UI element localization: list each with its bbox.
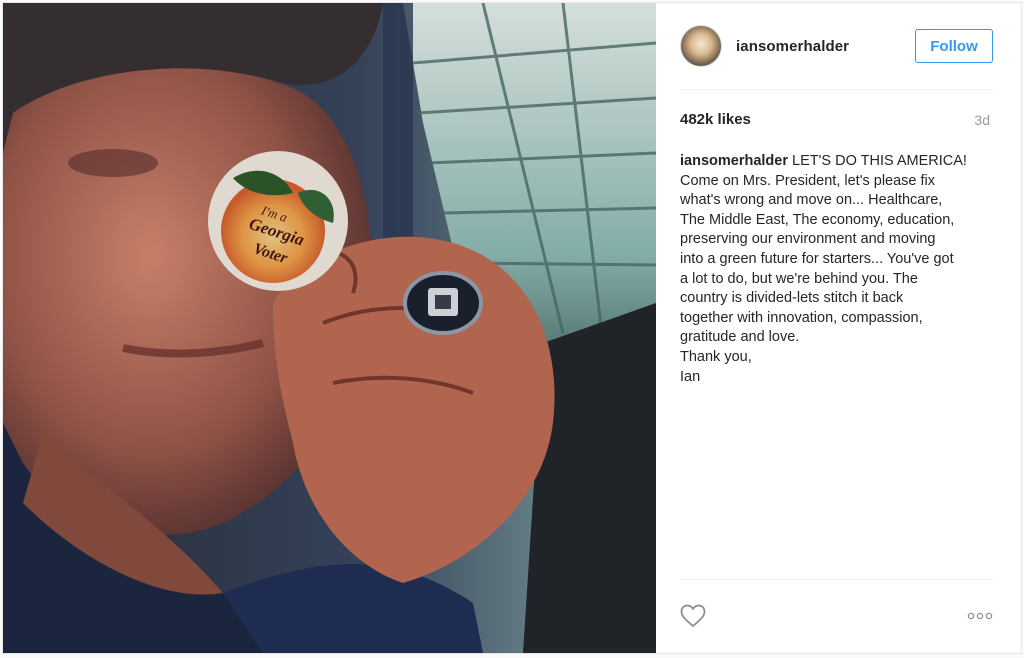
- likes-count[interactable]: 482k likes: [680, 111, 751, 128]
- post-sidebar: iansomerhalder Follow 482k likes 3d ians…: [656, 3, 1021, 653]
- post-header: iansomerhalder Follow: [680, 3, 993, 90]
- avatar[interactable]: [680, 25, 722, 67]
- heart-icon[interactable]: [680, 604, 706, 628]
- caption-text: LET'S DO THIS AMERICA! Come on Mrs. Pres…: [680, 153, 967, 385]
- post-actions: [680, 579, 993, 654]
- photo-illustration: I'm a Georgia Voter: [3, 3, 656, 653]
- post-time[interactable]: 3d: [974, 112, 990, 128]
- post-photo[interactable]: I'm a Georgia Voter: [3, 3, 656, 653]
- post-caption: iansomerhalder LET'S DO THIS AMERICA! Co…: [680, 152, 993, 387]
- caption-username[interactable]: iansomerhalder: [680, 153, 788, 169]
- more-options-icon[interactable]: [967, 611, 993, 621]
- post-meta: 482k likes 3d: [680, 111, 990, 128]
- header-username[interactable]: iansomerhalder: [736, 38, 849, 55]
- instagram-post: I'm a Georgia Voter iansomerhalder Follo…: [2, 2, 1022, 654]
- follow-button[interactable]: Follow: [915, 29, 993, 63]
